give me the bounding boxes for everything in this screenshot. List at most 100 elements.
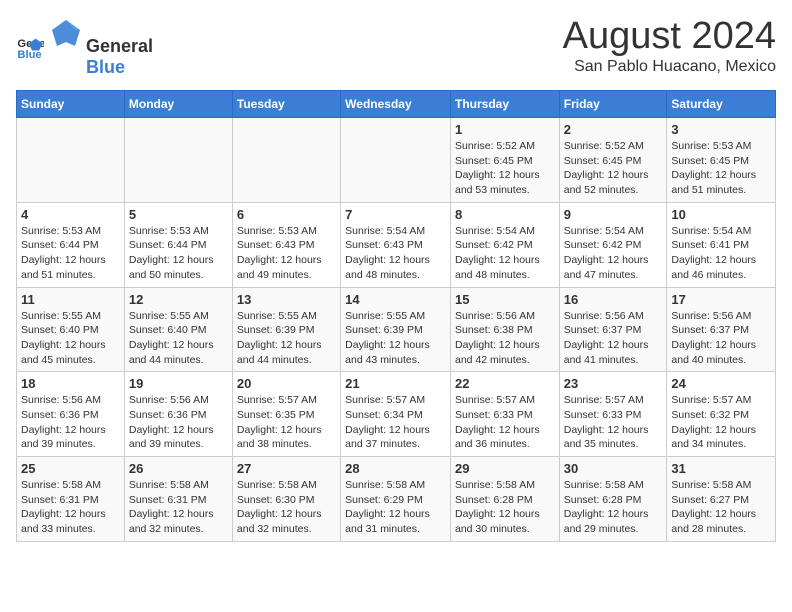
day-info: Sunrise: 5:54 AM Sunset: 6:42 PM Dayligh…	[455, 224, 555, 283]
day-number: 23	[564, 376, 663, 391]
day-info: Sunrise: 5:57 AM Sunset: 6:35 PM Dayligh…	[237, 393, 336, 452]
calendar-day-3: 3Sunrise: 5:53 AM Sunset: 6:45 PM Daylig…	[667, 118, 776, 203]
calendar-week-row: 18 Sunrise: 5:56 AM Sunset: 6:36 PM Dayli…	[17, 372, 776, 457]
calendar-day-1: 1 Sunrise: 5:52 AM Sunset: 6:45 PM Daylig…	[450, 118, 559, 203]
logo-text-general: General	[86, 36, 153, 56]
calendar-day-20: 20 Sunrise: 5:57 AM Sunset: 6:35 PM Dayli…	[232, 372, 340, 457]
day-info: Sunrise: 5:56 AM Sunset: 6:36 PM Dayligh…	[129, 393, 228, 452]
day-number: 8	[455, 207, 555, 222]
column-header-sunday: Sunday	[17, 91, 125, 118]
calendar-day-2: 2Sunrise: 5:52 AM Sunset: 6:45 PM Daylig…	[559, 118, 667, 203]
calendar-header-row: SundayMondayTuesdayWednesdayThursdayFrid…	[17, 91, 776, 118]
calendar-day-13: 13 Sunrise: 5:55 AM Sunset: 6:39 PM Dayli…	[232, 287, 340, 372]
calendar-week-row: 25 Sunrise: 5:58 AM Sunset: 6:31 PM Dayli…	[17, 457, 776, 542]
calendar-day-8: 8 Sunrise: 5:54 AM Sunset: 6:42 PM Daylig…	[450, 202, 559, 287]
day-number: 7	[345, 207, 446, 222]
calendar-day-6: 6Sunrise: 5:53 AM Sunset: 6:43 PM Daylig…	[232, 202, 340, 287]
calendar-week-row: 11 Sunrise: 5:55 AM Sunset: 6:40 PM Dayli…	[17, 287, 776, 372]
calendar-empty-cell	[17, 118, 125, 203]
day-number: 19	[129, 376, 228, 391]
logo-text-blue: Blue	[86, 57, 125, 77]
day-info: Sunrise: 5:55 AM Sunset: 6:40 PM Dayligh…	[21, 309, 120, 368]
page-header: General Blue General Blue August 2024 Sa…	[16, 16, 776, 78]
day-number: 12	[129, 292, 228, 307]
day-number: 5	[129, 207, 228, 222]
day-number: 29	[455, 461, 555, 476]
day-info: Sunrise: 5:54 AM Sunset: 6:41 PM Dayligh…	[671, 224, 771, 283]
day-info: Sunrise: 5:52 AM Sunset: 6:45 PM Dayligh…	[455, 139, 555, 198]
calendar-day-29: 29 Sunrise: 5:58 AM Sunset: 6:28 PM Dayli…	[450, 457, 559, 542]
day-info: Sunrise: 5:58 AM Sunset: 6:29 PM Dayligh…	[345, 478, 446, 537]
calendar-day-16: 16Sunrise: 5:56 AM Sunset: 6:37 PM Dayli…	[559, 287, 667, 372]
day-info: Sunrise: 5:58 AM Sunset: 6:28 PM Dayligh…	[455, 478, 555, 537]
logo-bird-icon	[48, 16, 84, 52]
day-number: 13	[237, 292, 336, 307]
calendar-day-5: 5Sunrise: 5:53 AM Sunset: 6:44 PM Daylig…	[124, 202, 232, 287]
day-info: Sunrise: 5:57 AM Sunset: 6:32 PM Dayligh…	[671, 393, 771, 452]
column-header-tuesday: Tuesday	[232, 91, 340, 118]
day-number: 24	[671, 376, 771, 391]
day-number: 20	[237, 376, 336, 391]
day-number: 28	[345, 461, 446, 476]
day-number: 11	[21, 292, 120, 307]
calendar-day-21: 21 Sunrise: 5:57 AM Sunset: 6:34 PM Dayli…	[341, 372, 451, 457]
svg-text:Blue: Blue	[17, 49, 41, 61]
day-number: 30	[564, 461, 663, 476]
day-info: Sunrise: 5:56 AM Sunset: 6:37 PM Dayligh…	[671, 309, 771, 368]
calendar-day-10: 10 Sunrise: 5:54 AM Sunset: 6:41 PM Dayli…	[667, 202, 776, 287]
column-header-monday: Monday	[124, 91, 232, 118]
day-info: Sunrise: 5:55 AM Sunset: 6:39 PM Dayligh…	[345, 309, 446, 368]
calendar-day-30: 30Sunrise: 5:58 AM Sunset: 6:28 PM Dayli…	[559, 457, 667, 542]
day-number: 25	[21, 461, 120, 476]
calendar-day-14: 14 Sunrise: 5:55 AM Sunset: 6:39 PM Dayli…	[341, 287, 451, 372]
day-number: 21	[345, 376, 446, 391]
calendar-day-22: 22 Sunrise: 5:57 AM Sunset: 6:33 PM Dayli…	[450, 372, 559, 457]
calendar-day-25: 25 Sunrise: 5:58 AM Sunset: 6:31 PM Dayli…	[17, 457, 125, 542]
day-number: 1	[455, 122, 555, 137]
calendar-day-18: 18Sunrise: 5:56 AM Sunset: 6:36 PM Dayli…	[17, 372, 125, 457]
calendar-table: SundayMondayTuesdayWednesdayThursdayFrid…	[16, 90, 776, 542]
calendar-day-23: 23 Sunrise: 5:57 AM Sunset: 6:33 PM Dayli…	[559, 372, 667, 457]
day-info: Sunrise: 5:54 AM Sunset: 6:43 PM Dayligh…	[345, 224, 446, 283]
calendar-day-28: 28 Sunrise: 5:58 AM Sunset: 6:29 PM Dayli…	[341, 457, 451, 542]
day-info: Sunrise: 5:57 AM Sunset: 6:34 PM Dayligh…	[345, 393, 446, 452]
day-number: 14	[345, 292, 446, 307]
column-header-friday: Friday	[559, 91, 667, 118]
day-info: Sunrise: 5:55 AM Sunset: 6:40 PM Dayligh…	[129, 309, 228, 368]
calendar-title-block: August 2024 San Pablo Huacano, Mexico	[563, 16, 776, 76]
day-info: Sunrise: 5:58 AM Sunset: 6:30 PM Dayligh…	[237, 478, 336, 537]
calendar-empty-cell	[341, 118, 451, 203]
calendar-day-19: 19 Sunrise: 5:56 AM Sunset: 6:36 PM Dayli…	[124, 372, 232, 457]
day-number: 31	[671, 461, 771, 476]
day-number: 26	[129, 461, 228, 476]
day-info: Sunrise: 5:58 AM Sunset: 6:31 PM Dayligh…	[129, 478, 228, 537]
day-info: Sunrise: 5:54 AM Sunset: 6:42 PM Dayligh…	[564, 224, 663, 283]
day-number: 9	[564, 207, 663, 222]
column-header-saturday: Saturday	[667, 91, 776, 118]
calendar-week-row: 1 Sunrise: 5:52 AM Sunset: 6:45 PM Daylig…	[17, 118, 776, 203]
calendar-title: August 2024	[563, 16, 776, 58]
day-number: 15	[455, 292, 555, 307]
day-number: 22	[455, 376, 555, 391]
day-info: Sunrise: 5:56 AM Sunset: 6:37 PM Dayligh…	[564, 309, 663, 368]
logo: General Blue General Blue	[16, 16, 153, 78]
day-info: Sunrise: 5:58 AM Sunset: 6:31 PM Dayligh…	[21, 478, 120, 537]
calendar-empty-cell	[232, 118, 340, 203]
day-number: 4	[21, 207, 120, 222]
calendar-day-9: 9 Sunrise: 5:54 AM Sunset: 6:42 PM Daylig…	[559, 202, 667, 287]
calendar-empty-cell	[124, 118, 232, 203]
calendar-subtitle: San Pablo Huacano, Mexico	[563, 58, 776, 76]
day-info: Sunrise: 5:57 AM Sunset: 6:33 PM Dayligh…	[455, 393, 555, 452]
day-info: Sunrise: 5:57 AM Sunset: 6:33 PM Dayligh…	[564, 393, 663, 452]
calendar-day-11: 11 Sunrise: 5:55 AM Sunset: 6:40 PM Dayli…	[17, 287, 125, 372]
calendar-day-7: 7 Sunrise: 5:54 AM Sunset: 6:43 PM Daylig…	[341, 202, 451, 287]
day-info: Sunrise: 5:55 AM Sunset: 6:39 PM Dayligh…	[237, 309, 336, 368]
day-info: Sunrise: 5:52 AM Sunset: 6:45 PM Dayligh…	[564, 139, 663, 198]
day-number: 18	[21, 376, 120, 391]
calendar-day-15: 15Sunrise: 5:56 AM Sunset: 6:38 PM Dayli…	[450, 287, 559, 372]
day-number: 6	[237, 207, 336, 222]
day-number: 27	[237, 461, 336, 476]
day-number: 10	[671, 207, 771, 222]
calendar-day-31: 31 Sunrise: 5:58 AM Sunset: 6:27 PM Dayli…	[667, 457, 776, 542]
day-info: Sunrise: 5:58 AM Sunset: 6:27 PM Dayligh…	[671, 478, 771, 537]
